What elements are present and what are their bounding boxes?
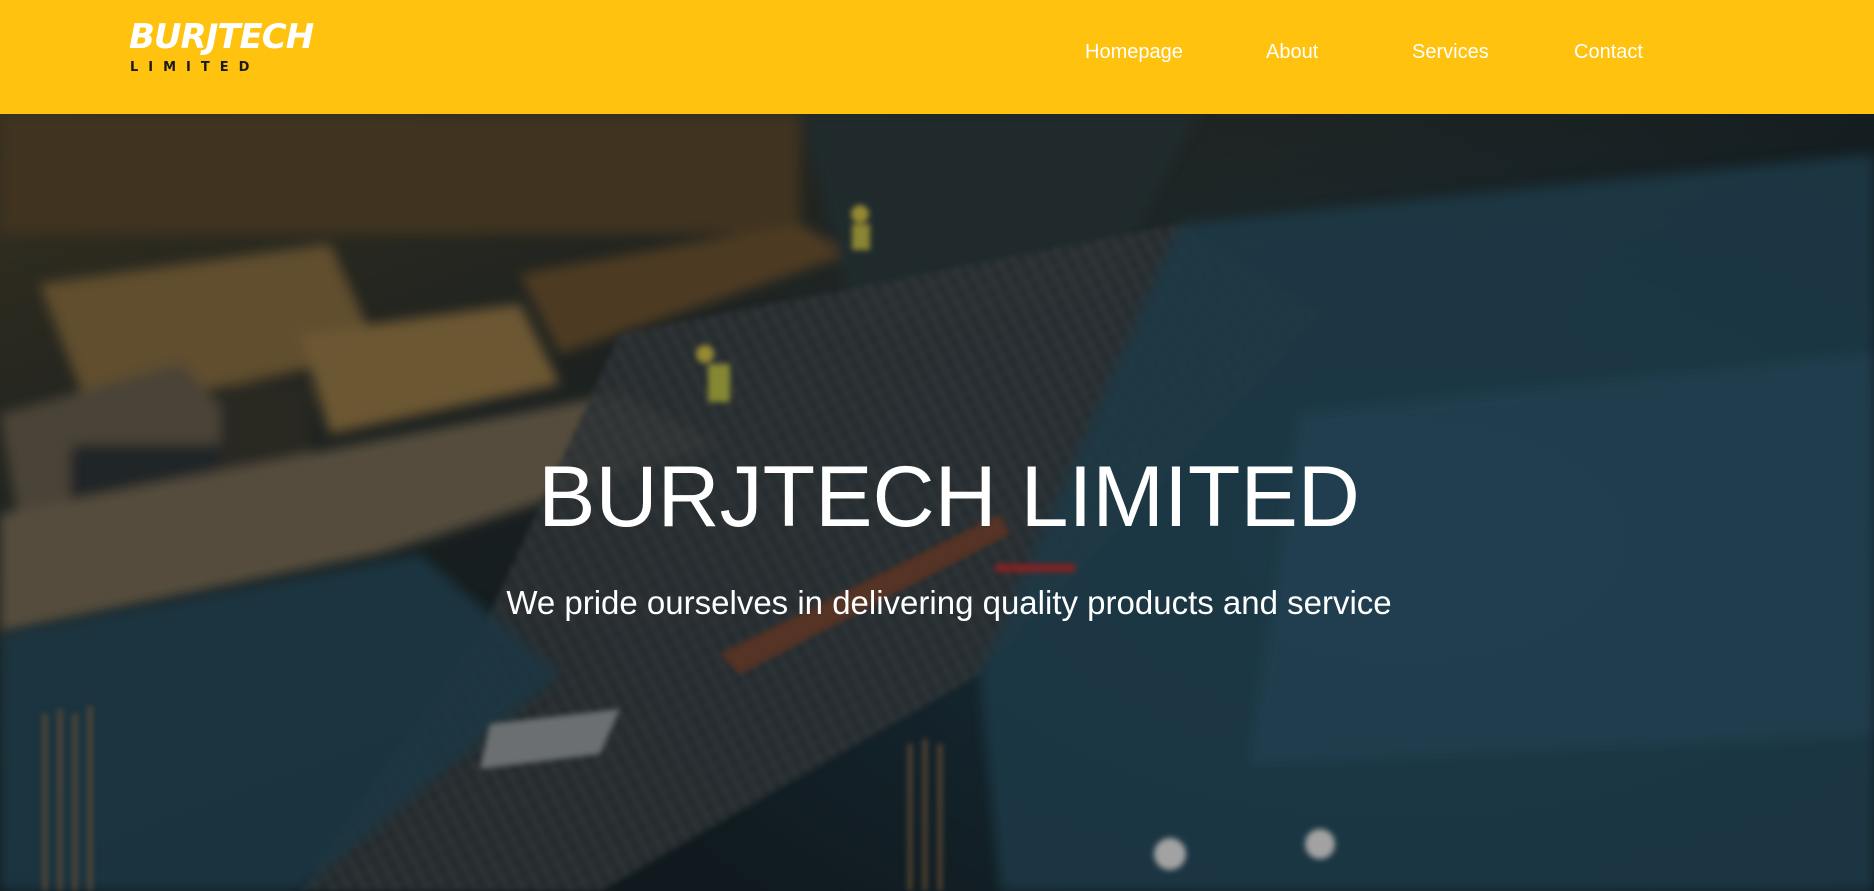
logo[interactable]: BURJTECH LIMITED xyxy=(129,18,314,78)
logo-wordmark: BURJTECH xyxy=(129,17,314,57)
logo-tagline: LIMITED xyxy=(130,60,260,75)
site-header: BURJTECH LIMITED Homepage About Services… xyxy=(0,0,1874,114)
nav-link-contact[interactable]: Contact xyxy=(1574,40,1643,64)
hero-subtitle: We pride ourselves in delivering quality… xyxy=(506,584,1392,621)
nav-link-services[interactable]: Services xyxy=(1412,40,1489,64)
page: BURJTECH LIMITED Homepage About Services… xyxy=(0,0,1874,891)
hero-section: BURJTECH LIMITED We pride ourselves in d… xyxy=(0,114,1874,891)
hero-title: BURJTECH LIMITED xyxy=(538,449,1360,545)
nav-link-about[interactable]: About xyxy=(1266,40,1318,64)
nav-link-homepage[interactable]: Homepage xyxy=(1085,40,1183,64)
